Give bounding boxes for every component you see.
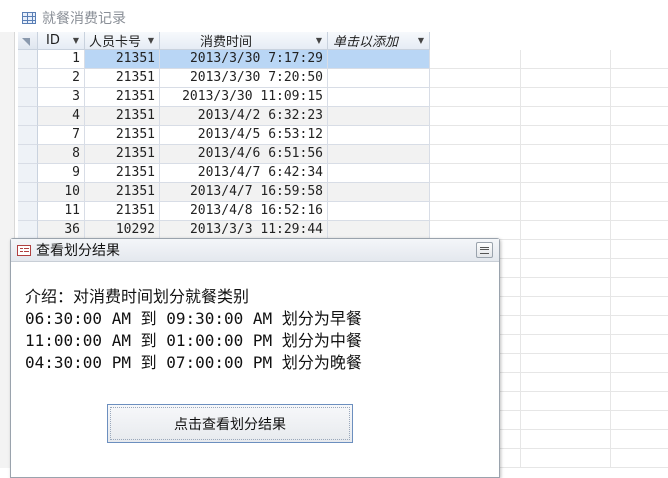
row-selector[interactable] xyxy=(18,183,38,202)
table-row[interactable]: 4 21351 2013/4/2 6:32:23 xyxy=(18,107,430,126)
intro-line: 介绍：对消费时间划分就餐类别 xyxy=(25,287,250,306)
cell-id[interactable]: 7 xyxy=(38,126,85,145)
cell-card[interactable]: 21351 xyxy=(85,88,160,107)
cell-card[interactable]: 21351 xyxy=(85,145,160,164)
table-title: 就餐消费记录 xyxy=(42,11,126,27)
table-row[interactable]: 8 21351 2013/4/6 6:51:56 xyxy=(18,145,430,164)
cell-id[interactable]: 10 xyxy=(38,183,85,202)
table-row[interactable]: 2 21351 2013/3/30 7:20:50 xyxy=(18,69,430,88)
column-header-add[interactable]: 单击以添加 ▼ xyxy=(328,32,430,50)
cell-time[interactable]: 2013/4/8 16:52:16 xyxy=(160,202,328,221)
table-row[interactable]: 3 21351 2013/3/30 11:09:15 xyxy=(18,88,430,107)
row-selector[interactable] xyxy=(18,69,38,88)
cell-id[interactable]: 8 xyxy=(38,145,85,164)
cell-time[interactable]: 2013/4/7 16:59:58 xyxy=(160,183,328,202)
chevron-down-icon[interactable]: ▼ xyxy=(148,36,154,45)
column-header-card-label: 人员卡号 xyxy=(89,35,142,50)
table-row[interactable]: 11 21351 2013/4/8 16:52:16 xyxy=(18,202,430,221)
column-header-id-label: ID xyxy=(46,33,60,48)
cell-card[interactable]: 21351 xyxy=(85,202,160,221)
table-row[interactable]: 1 21351 2013/3/30 7:17:29 xyxy=(18,50,430,69)
table-row[interactable]: 9 21351 2013/4/7 6:42:34 xyxy=(18,164,430,183)
dialog-body: 介绍：对消费时间划分就餐类别 06:30:00 AM 到 09:30:00 AM … xyxy=(11,262,499,477)
info-text: 介绍：对消费时间划分就餐类别 06:30:00 AM 到 09:30:00 AM … xyxy=(25,286,362,374)
cell-id[interactable]: 1 xyxy=(38,50,85,69)
chevron-down-icon[interactable]: ▼ xyxy=(418,36,424,45)
cell-add[interactable] xyxy=(328,145,430,164)
cell-id[interactable]: 9 xyxy=(38,164,85,183)
row-selector[interactable] xyxy=(18,126,38,145)
cell-add[interactable] xyxy=(328,107,430,126)
column-header-add-label: 单击以添加 xyxy=(333,35,399,50)
cell-add[interactable] xyxy=(328,88,430,107)
row-selector[interactable] xyxy=(18,88,38,107)
chevron-down-icon[interactable]: ▼ xyxy=(316,36,322,45)
cell-time[interactable]: 2013/4/6 6:51:56 xyxy=(160,145,328,164)
cell-id[interactable]: 3 xyxy=(38,88,85,107)
rule-line-dinner: 04:30:00 PM 到 07:00:00 PM 划分为晚餐 xyxy=(25,353,362,372)
cell-add[interactable] xyxy=(328,126,430,145)
cell-add[interactable] xyxy=(328,50,430,69)
cell-card[interactable]: 21351 xyxy=(85,50,160,69)
close-glyph xyxy=(480,246,489,254)
cell-card[interactable]: 21351 xyxy=(85,126,160,145)
cell-time[interactable]: 2013/4/2 6:32:23 xyxy=(160,107,328,126)
cell-add[interactable] xyxy=(328,164,430,183)
column-header-id[interactable]: ID ▼ xyxy=(38,32,85,50)
cell-card[interactable]: 21351 xyxy=(85,69,160,88)
select-all-corner[interactable] xyxy=(18,32,38,50)
close-icon[interactable] xyxy=(476,242,493,258)
cell-time[interactable]: 2013/4/5 6:53:12 xyxy=(160,126,328,145)
column-header-card[interactable]: 人员卡号 ▼ xyxy=(85,32,160,50)
select-all-icon xyxy=(22,37,30,46)
row-selector[interactable] xyxy=(18,202,38,221)
cell-card[interactable]: 21351 xyxy=(85,164,160,183)
result-dialog: 查看划分结果 介绍：对消费时间划分就餐类别 06:30:00 AM 到 09:30… xyxy=(10,238,500,478)
cell-id[interactable]: 4 xyxy=(38,107,85,126)
cell-time[interactable]: 2013/3/30 7:20:50 xyxy=(160,69,328,88)
cell-time[interactable]: 2013/3/30 7:17:29 xyxy=(160,50,328,69)
rule-line-lunch: 11:00:00 AM 到 01:00:00 PM 划分为中餐 xyxy=(25,331,362,350)
cell-add[interactable] xyxy=(328,183,430,202)
column-header-time-label: 消费时间 xyxy=(200,35,253,50)
cell-time[interactable]: 2013/3/30 11:09:15 xyxy=(160,88,328,107)
cell-add[interactable] xyxy=(328,69,430,88)
table-row[interactable]: 10 21351 2013/4/7 16:59:58 xyxy=(18,183,430,202)
row-selector[interactable] xyxy=(18,164,38,183)
cell-id[interactable]: 11 xyxy=(38,202,85,221)
row-selector[interactable] xyxy=(18,145,38,164)
row-selector[interactable] xyxy=(18,50,38,69)
view-result-button[interactable]: 点击查看划分结果 xyxy=(107,404,353,443)
rule-line-breakfast: 06:30:00 AM 到 09:30:00 AM 划分为早餐 xyxy=(25,309,362,328)
cell-add[interactable] xyxy=(328,202,430,221)
row-selector[interactable] xyxy=(18,107,38,126)
cell-time[interactable]: 2013/4/7 6:42:34 xyxy=(160,164,328,183)
dialog-title-bar[interactable]: 查看划分结果 xyxy=(11,239,499,262)
table-icon xyxy=(22,12,36,24)
cell-card[interactable]: 21351 xyxy=(85,183,160,202)
cell-card[interactable]: 21351 xyxy=(85,107,160,126)
cell-id[interactable]: 2 xyxy=(38,69,85,88)
dialog-title: 查看划分结果 xyxy=(36,243,120,259)
table-row[interactable]: 7 21351 2013/4/5 6:53:12 xyxy=(18,126,430,145)
datasheet-tab[interactable]: 就餐消费记录 xyxy=(22,8,126,28)
column-header-time[interactable]: 消费时间 ▼ xyxy=(160,32,328,50)
chevron-down-icon[interactable]: ▼ xyxy=(73,36,79,45)
form-icon xyxy=(17,244,31,256)
